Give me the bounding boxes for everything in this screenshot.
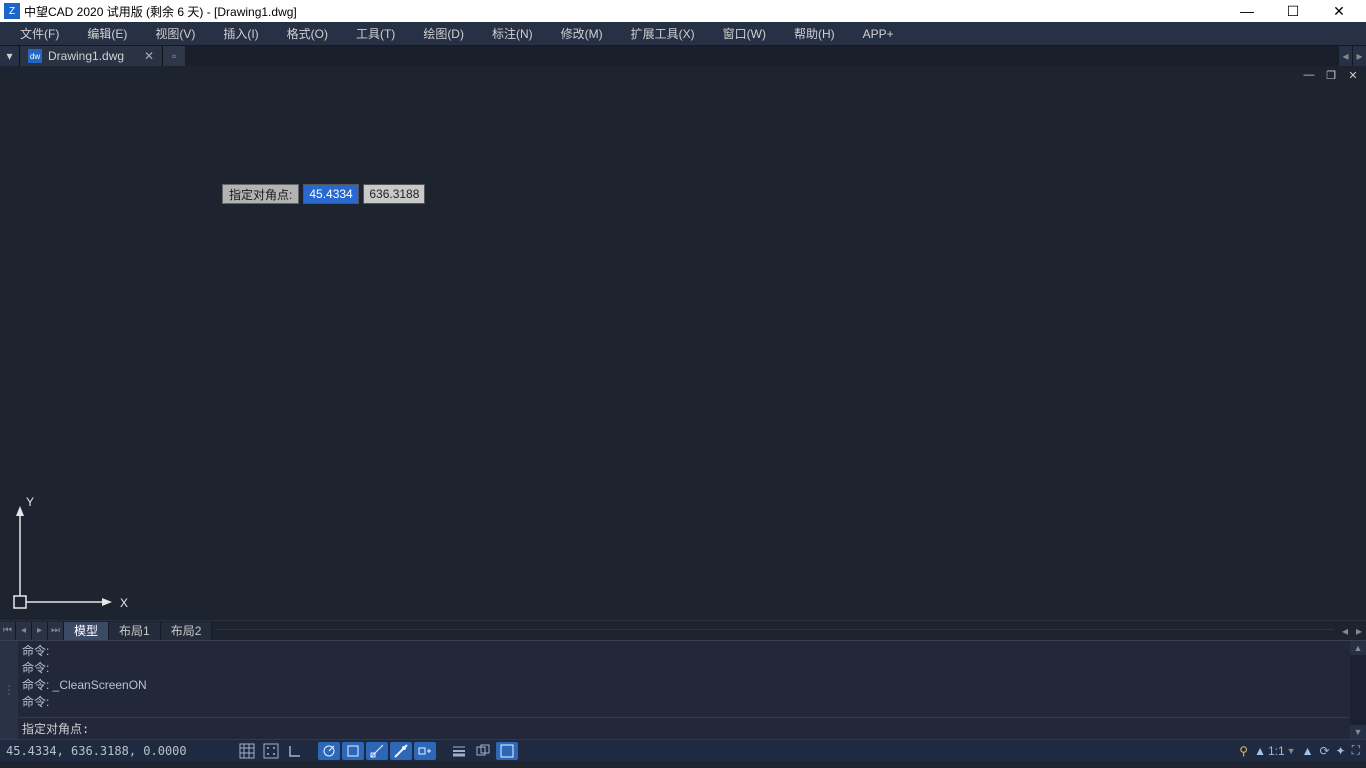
scroll-down-icon[interactable]: ▼ — [1350, 725, 1366, 739]
doctab-label: Drawing1.dwg — [48, 49, 124, 63]
grid-display-icon[interactable] — [260, 742, 282, 760]
scale-label: 1:1 — [1268, 744, 1285, 758]
menu-绘图d[interactable]: 绘图(D) — [409, 22, 478, 46]
annotation-autoscale-icon[interactable]: ▲ — [1302, 744, 1314, 758]
layout-nav-last[interactable]: ⏭ — [48, 622, 64, 640]
ortho-mode-icon[interactable] — [284, 742, 306, 760]
hardware-accel-icon[interactable]: ✦ — [1336, 744, 1346, 758]
workspace-switch-icon[interactable]: ⟳ — [1319, 744, 1329, 758]
doctab-nav-next[interactable]: ▸ — [1352, 46, 1366, 66]
command-input[interactable] — [89, 722, 1346, 736]
clean-screen-icon[interactable]: ⛶ — [1352, 743, 1360, 758]
app-icon: Z — [4, 3, 20, 19]
menu-窗口w[interactable]: 窗口(W) — [709, 22, 780, 46]
command-scrollbar[interactable]: ▲ ▼ — [1350, 641, 1366, 739]
menu-扩展工具x[interactable]: 扩展工具(X) — [617, 22, 709, 46]
osnap-icon[interactable] — [342, 742, 364, 760]
window-title: 中望CAD 2020 试用版 (剩余 6 天) - [Drawing1.dwg] — [24, 3, 1224, 20]
mdi-controls: — ❐ ✕ — [0, 66, 1366, 84]
layout-tab-1[interactable]: 布局1 — [109, 622, 161, 640]
menu-视图v[interactable]: 视图(V) — [141, 22, 209, 46]
layout-scroll-left[interactable]: ◂ — [1338, 624, 1352, 638]
dwg-file-icon: dw — [28, 49, 42, 63]
layout-tab-0[interactable]: 模型 — [64, 622, 109, 640]
doctab-dropdown[interactable]: ▾ — [0, 46, 20, 66]
dynamic-input-icon[interactable] — [414, 742, 436, 760]
otrack-icon[interactable] — [366, 742, 388, 760]
command-history-line: 命令: — [22, 694, 1346, 711]
statusbar: 45.4334, 636.3188, 0.0000 ⚲ ▲ 1:1 ▼ ▲ ⟳ … — [0, 739, 1366, 761]
layout-scrollbar[interactable] — [216, 629, 1334, 633]
command-history-line: 命令: _CleanScreenON — [22, 677, 1346, 694]
layout-scroll-right[interactable]: ▸ — [1352, 624, 1366, 638]
scroll-up-icon[interactable]: ▲ — [1350, 641, 1366, 655]
polar-tracking-icon[interactable] — [318, 742, 340, 760]
menu-文件f[interactable]: 文件(F) — [6, 22, 73, 46]
command-panel: ⋮ 命令:命令:命令: _CleanScreenON命令: 指定对角点: ▲ ▼ — [0, 640, 1366, 739]
cycle-icon[interactable] — [472, 742, 494, 760]
command-history-line: 命令: — [22, 660, 1346, 677]
ucs-x-label: X — [120, 596, 128, 610]
dynamic-input-label: 指定对角点: — [222, 184, 299, 204]
menubar: 文件(F)编辑(E)视图(V)插入(I)格式(O)工具(T)绘图(D)标注(N)… — [0, 22, 1366, 46]
dynamic-input: 指定对角点: 45.4334 636.3188 — [222, 184, 425, 204]
drawing-canvas[interactable]: 指定对角点: 45.4334 636.3188 X Y — [0, 84, 1366, 620]
annotation-scale[interactable]: ▲ 1:1 ▼ — [1254, 744, 1296, 758]
ucs-icon: X Y — [8, 494, 128, 614]
lineweight-icon[interactable] — [390, 742, 412, 760]
dynamic-input-y[interactable]: 636.3188 — [363, 184, 425, 204]
menu-帮助h[interactable]: 帮助(H) — [780, 22, 849, 46]
new-document-tab-button[interactable]: ▫ — [163, 46, 185, 66]
command-prompt-prefix: 指定对角点: — [22, 720, 89, 737]
doctab-nav-prev[interactable]: ◂ — [1338, 46, 1352, 66]
triangle-icon: ▲ — [1254, 744, 1266, 758]
layout-tabs-row: ⏮ ◂ ▸ ⏭ 模型布局1布局2 ◂ ▸ — [0, 620, 1366, 640]
mdi-restore-button[interactable]: ❐ — [1324, 68, 1338, 82]
command-history[interactable]: 命令:命令:命令: _CleanScreenON命令: — [18, 641, 1350, 717]
coordinates-readout[interactable]: 45.4334, 636.3188, 0.0000 — [6, 744, 206, 758]
menu-编辑e[interactable]: 编辑(E) — [73, 22, 141, 46]
dropdown-caret-icon: ▼ — [1287, 746, 1296, 756]
mdi-close-button[interactable]: ✕ — [1346, 68, 1360, 82]
command-history-line: 命令: — [22, 643, 1346, 660]
status-toggles — [236, 742, 518, 760]
mdi-minimize-button[interactable]: — — [1302, 68, 1316, 82]
layout-nav-next[interactable]: ▸ — [32, 622, 48, 640]
window-minimize-button[interactable]: — — [1224, 0, 1270, 22]
dynamic-input-x[interactable]: 45.4334 — [303, 184, 359, 204]
lineweight-display-icon[interactable] — [448, 742, 470, 760]
menu-app+[interactable]: APP+ — [849, 22, 908, 46]
menu-插入i[interactable]: 插入(I) — [209, 22, 272, 46]
layout-nav-prev[interactable]: ◂ — [16, 622, 32, 640]
annotation-visibility-icon[interactable]: ⚲ — [1239, 744, 1248, 758]
menu-修改m[interactable]: 修改(M) — [547, 22, 617, 46]
menu-标注n[interactable]: 标注(N) — [478, 22, 547, 46]
snap-grid-icon[interactable] — [236, 742, 258, 760]
menu-工具t[interactable]: 工具(T) — [342, 22, 409, 46]
window-close-button[interactable]: ✕ — [1316, 0, 1362, 22]
window-maximize-button[interactable]: ☐ — [1270, 0, 1316, 22]
layout-nav-first[interactable]: ⏮ — [0, 622, 16, 640]
ucs-y-label: Y — [26, 495, 34, 509]
menu-格式o[interactable]: 格式(O) — [273, 22, 342, 46]
window-titlebar: Z 中望CAD 2020 试用版 (剩余 6 天) - [Drawing1.dw… — [0, 0, 1366, 22]
model-space-icon[interactable] — [496, 742, 518, 760]
command-panel-grip[interactable]: ⋮ — [0, 641, 18, 739]
layout-tab-2[interactable]: 布局2 — [161, 622, 213, 640]
document-tab-drawing1[interactable]: dw Drawing1.dwg ✕ — [20, 46, 163, 66]
document-tabs: ▾ dw Drawing1.dwg ✕ ▫ ◂ ▸ — [0, 46, 1366, 66]
doctab-close-button[interactable]: ✕ — [144, 49, 154, 63]
